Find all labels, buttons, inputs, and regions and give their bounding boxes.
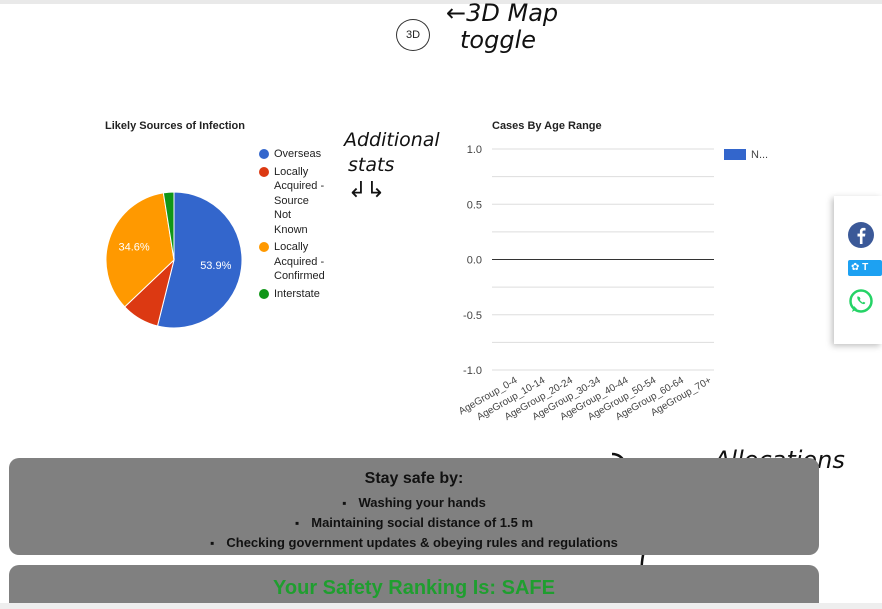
whatsapp-icon[interactable]	[848, 288, 874, 314]
pie-legend-item: Locally Acquired - Confirmed	[259, 240, 325, 284]
pie-legend-text: Locally	[274, 165, 309, 178]
advice-item: Washing your hands	[9, 493, 819, 513]
facebook-icon[interactable]	[848, 222, 874, 248]
pie-legend-text: Confirmed	[274, 270, 325, 282]
twitter-label: T	[862, 262, 869, 273]
pie-legend-text: Source	[274, 194, 309, 207]
annotation-3d-map: ←3D Map toggle	[446, 0, 559, 54]
legend-dot-icon	[259, 288, 269, 299]
bar-chart-title: Cases By Age Range	[492, 120, 602, 132]
y-tick-label: -0.5	[463, 310, 482, 322]
legend-dot-icon	[259, 166, 269, 177]
pie-legend-item: Locally Acquired - Source Not Known	[259, 165, 325, 238]
pie-legend-item: Overseas	[259, 147, 325, 162]
pie-legend-text: Not	[274, 209, 292, 221]
legend-dot-icon	[259, 242, 269, 252]
safety-ranking-text: Your Safety Ranking Is: SAFE	[273, 577, 555, 599]
share-panel: ✿ T	[834, 196, 882, 344]
advice-item: Checking government updates & obeying ru…	[9, 533, 819, 553]
pie-slice-label: 53.9%	[200, 260, 231, 272]
pie-legend-text: Acquired -	[274, 255, 325, 268]
bar-legend-label: N...	[751, 149, 768, 161]
advice-title: Stay safe by:	[364, 470, 464, 487]
3d-map-toggle-button[interactable]: 3D	[396, 19, 430, 51]
pie-legend-text: Acquired -	[274, 180, 325, 192]
top-bar	[0, 0, 882, 4]
twitter-icon: ✿	[851, 262, 860, 273]
annotation-additional-stats: Additional stats ↲↳	[344, 129, 440, 203]
legend-dot-icon	[259, 149, 269, 159]
pie-legend-text: Known	[274, 223, 308, 236]
bar-chart: 1.00.50.0-0.5-1.0AgeGroup_0-4AgeGroup_10…	[457, 144, 768, 423]
pie-legend-text: Interstate	[274, 287, 320, 300]
advice-list: Washing your hands Maintaining social di…	[9, 493, 819, 553]
y-tick-label: 0.5	[467, 199, 482, 211]
pie-chart-title: Likely Sources of Infection	[105, 120, 245, 132]
pie-legend: Overseas Locally Acquired - Source Not Known L…	[259, 147, 325, 304]
bottom-strip	[0, 603, 882, 609]
pie-legend-text: Locally	[274, 241, 309, 253]
y-tick-label: 0.0	[467, 255, 482, 267]
pie-slice-label: 34.6%	[118, 242, 149, 254]
safety-advice-panel: Stay safe by: Washing your hands Maintai…	[9, 458, 819, 555]
advice-item: Maintaining social distance of 1.5 m	[9, 513, 819, 533]
twitter-share-button[interactable]: ✿ T	[848, 260, 882, 276]
pie-legend-item: Interstate	[259, 287, 325, 302]
y-tick-label: -1.0	[463, 365, 482, 377]
bar-legend-swatch	[724, 149, 746, 160]
y-tick-label: 1.0	[467, 144, 482, 156]
pie-legend-text: Overseas	[274, 148, 322, 160]
